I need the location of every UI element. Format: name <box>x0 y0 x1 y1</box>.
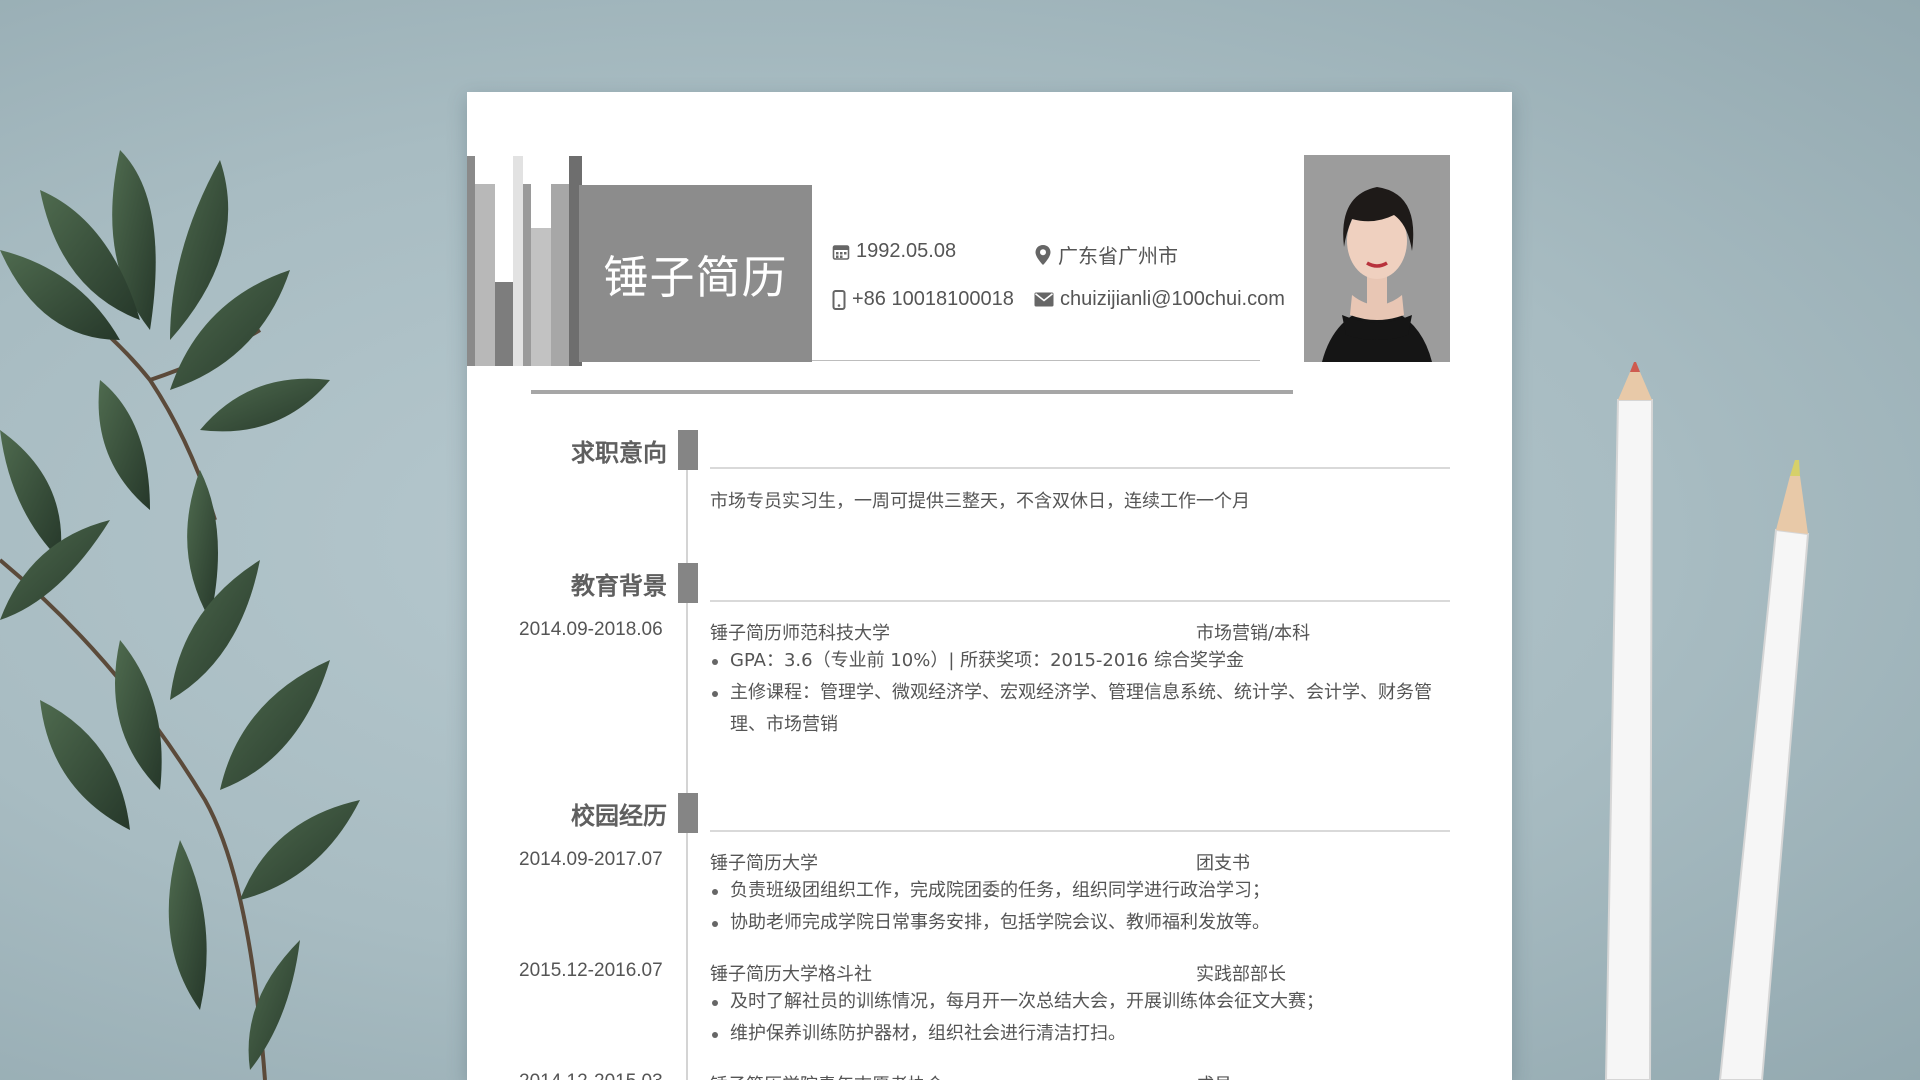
list-item: 负责班级团组织工作，完成院团委的任务，组织同学进行政治学习； <box>710 875 1455 907</box>
header-bars-decoration <box>467 156 582 366</box>
section-rule-intent <box>710 467 1450 469</box>
section-rule-campus <box>710 830 1450 832</box>
email-text: chuizijianli@100chui.com <box>1060 288 1285 310</box>
list-item: 维护保养训练防护器材，组织社会进行清洁打扫。 <box>710 1018 1455 1050</box>
calendar-icon <box>832 244 850 260</box>
birth-date-text: 1992.05.08 <box>856 240 957 262</box>
campus-entry-1-role: 团支书 <box>1196 853 1250 874</box>
education-details: GPA：3.6（专业前 10%）| 所获奖项：2015-2016 综合奖学金 主… <box>710 645 1455 741</box>
intent-text: 市场专员实习生，一周可提供三整天，不含双休日，连续工作一个月 <box>710 491 1250 512</box>
campus-entry-1-details: 负责班级团组织工作，完成院团委的任务，组织同学进行政治学习； 协助老师完成学院日… <box>710 875 1455 939</box>
education-school: 锤子简历师范科技大学 <box>710 623 890 644</box>
education-date: 2014.09-2018.06 <box>519 619 663 640</box>
campus-entry-3-org: 锤子简历学院青年志愿者协会 <box>710 1071 944 1080</box>
education-major: 市场营销/本科 <box>1196 623 1311 644</box>
location: 广东省广州市 <box>1034 240 1178 269</box>
location-pin-icon <box>1035 244 1051 265</box>
campus-entry-3-role: 成员 <box>1196 1071 1232 1080</box>
list-item: 及时了解社员的训练情况，每月开一次总结大会，开展训练体会征文大赛； <box>710 986 1455 1018</box>
resume-paper: 锤子简历 1992.05.08 广东省广州市 +86 10018100018 c… <box>467 92 1512 1080</box>
campus-entry-2-details: 及时了解社员的训练情况，每月开一次总结大会，开展训练体会征文大赛； 维护保养训练… <box>710 986 1455 1050</box>
list-item: 主修课程：管理学、微观经济学、宏观经济学、管理信息系统、统计学、会计学、财务管理… <box>710 677 1455 741</box>
section-title-intent: 求职意向 <box>571 439 667 467</box>
section-marker-education <box>678 563 698 603</box>
section-marker-intent <box>678 430 698 470</box>
resume-name: 锤子简历 <box>603 251 788 304</box>
profile-photo <box>1304 155 1450 362</box>
plant-leaves-decoration <box>0 150 360 1080</box>
phone-text: +86 10018100018 <box>852 288 1014 310</box>
campus-entry-3-date: 2014.12-2015.03 <box>519 1071 663 1080</box>
section-title-campus: 校园经历 <box>571 802 667 830</box>
email: chuizijianli@100chui.com <box>1034 288 1285 311</box>
phone: +86 10018100018 <box>832 288 1014 311</box>
phone-icon <box>832 289 846 310</box>
name-banner: 锤子简历 <box>579 185 812 362</box>
campus-entry-2-date: 2015.12-2016.07 <box>519 960 663 981</box>
email-icon <box>1034 292 1054 307</box>
section-marker-campus <box>678 793 698 833</box>
timeline-line <box>686 430 688 1080</box>
section-rule-education <box>710 600 1450 602</box>
list-item: GPA：3.6（专业前 10%）| 所获奖项：2015-2016 综合奖学金 <box>710 645 1455 677</box>
header-divider <box>812 360 1260 361</box>
pencils-decoration <box>1604 362 1810 1080</box>
campus-entry-1-date: 2014.09-2017.07 <box>519 849 663 870</box>
location-text: 广东省广州市 <box>1058 246 1178 268</box>
campus-entry-2-role: 实践部部长 <box>1196 964 1286 985</box>
list-item: 协助老师完成学院日常事务安排，包括学院会议、教师福利发放等。 <box>710 907 1455 939</box>
campus-entry-1-org: 锤子简历大学 <box>710 853 818 874</box>
campus-entry-2-org: 锤子简历大学格斗社 <box>710 964 872 985</box>
section-title-education: 教育背景 <box>571 572 667 600</box>
header-bottom-rule <box>531 390 1293 394</box>
birth-date: 1992.05.08 <box>832 240 956 263</box>
